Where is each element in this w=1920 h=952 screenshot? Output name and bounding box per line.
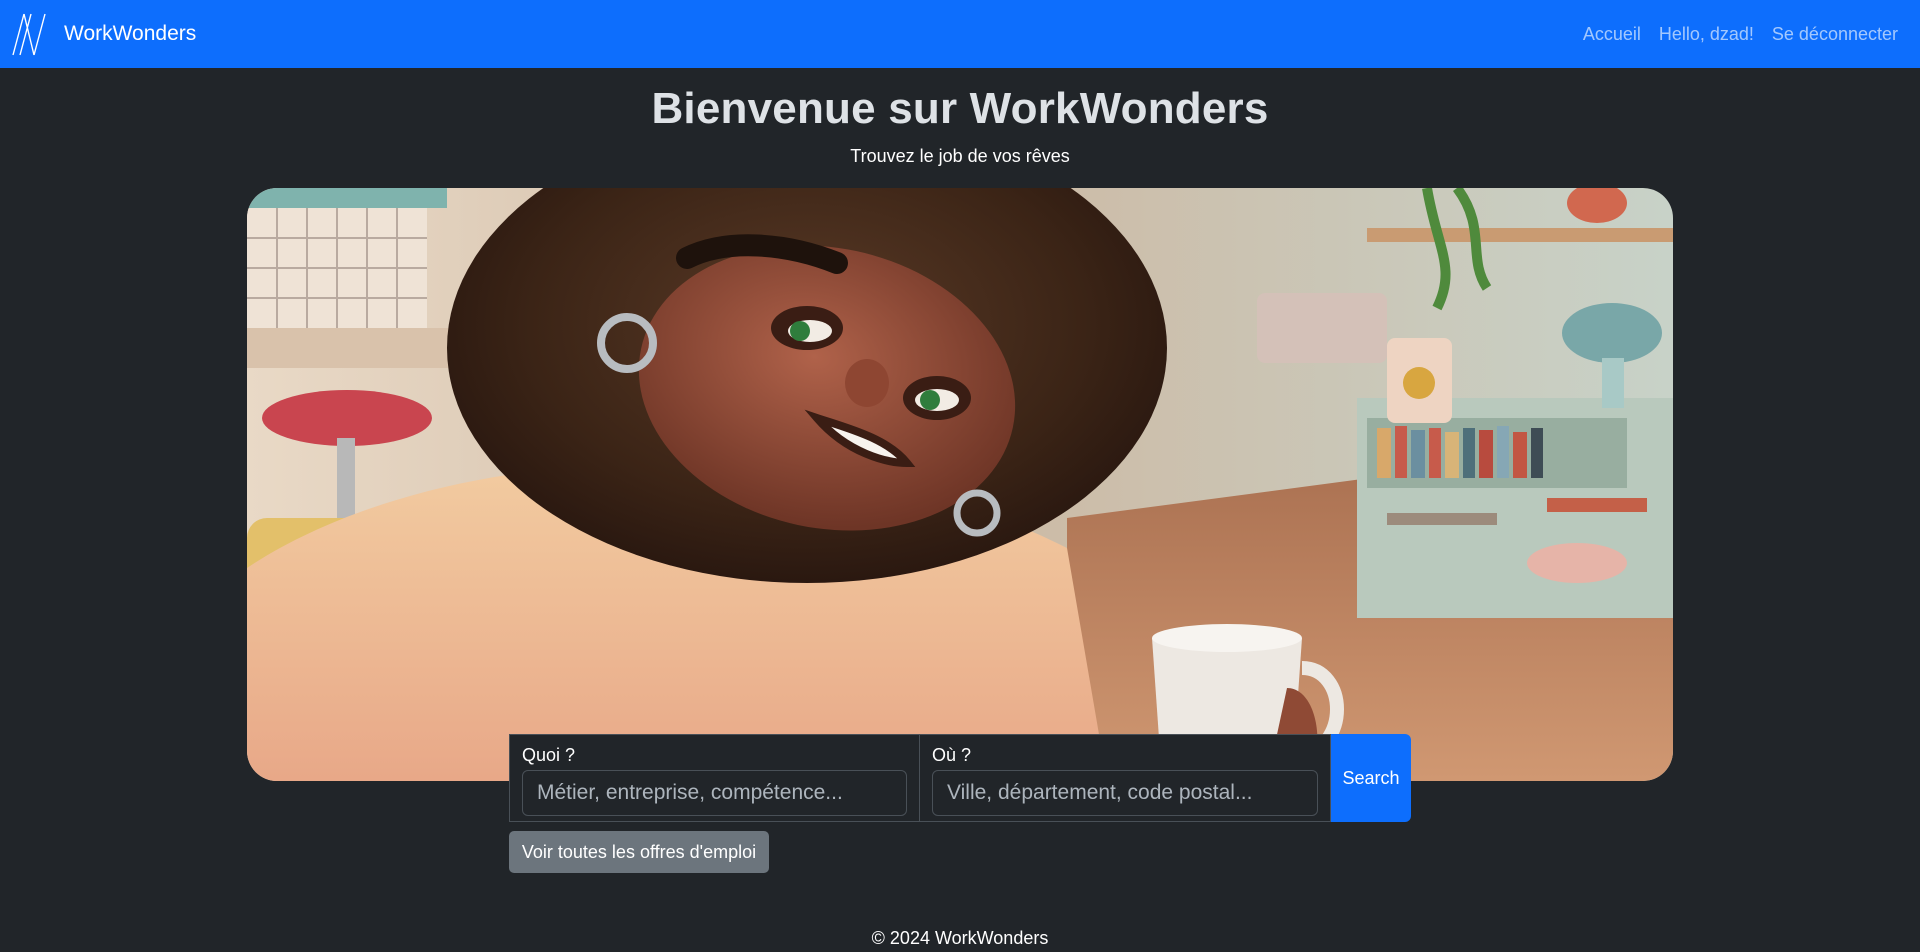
nav-link-user-greeting[interactable]: Hello, dzad! [1659, 24, 1754, 45]
what-label: Quoi ? [522, 745, 576, 765]
navbar: WorkWonders Accueil Hello, dzad! Se déco… [0, 0, 1920, 68]
hero-illustration [247, 188, 1673, 781]
what-input[interactable] [522, 770, 907, 816]
page-title: Bienvenue sur WorkWonders [651, 84, 1269, 133]
search-bar: Quoi ? Où ? Search [509, 734, 1411, 822]
footer: © 2024 WorkWonders [871, 928, 1049, 948]
where-label: Où ? [932, 745, 972, 765]
brand[interactable]: WorkWonders [12, 12, 196, 56]
all-offers-button[interactable]: Voir toutes les offres d'emploi [509, 831, 769, 873]
workwonders-logo-icon [12, 13, 46, 56]
brand-name: WorkWonders [64, 22, 197, 45]
nav-link-logout[interactable]: Se déconnecter [1772, 24, 1898, 45]
what-field-group: Quoi ? [509, 734, 920, 822]
page-subtitle: Trouvez le job de vos rêves [850, 146, 1070, 166]
search-button[interactable]: Search [1331, 734, 1411, 822]
hero-image [247, 188, 1673, 781]
nav-links: Accueil Hello, dzad! Se déconnecter [1583, 24, 1898, 45]
where-field-group: Où ? [920, 734, 1331, 822]
where-input[interactable] [932, 770, 1318, 816]
nav-link-home[interactable]: Accueil [1583, 24, 1641, 45]
